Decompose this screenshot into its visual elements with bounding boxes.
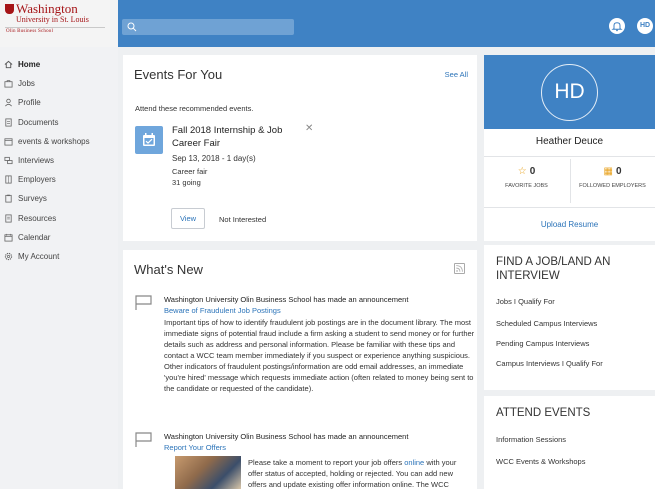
event-date: Sep 13, 2018 - 1 day(s) xyxy=(172,154,256,163)
sidebar-item-label: Surveys xyxy=(18,194,47,204)
whats-new-title: What's New xyxy=(134,262,203,277)
sidebar-item-resources[interactable]: Resources xyxy=(0,209,118,228)
sidebar-item-label: Documents xyxy=(18,117,59,127)
person-icon xyxy=(5,99,12,107)
view-event-button[interactable]: View xyxy=(171,208,205,229)
scheduled-interviews-link[interactable]: Scheduled Campus Interviews xyxy=(496,319,597,328)
briefcase-icon xyxy=(4,80,13,88)
sidebar-item-label: Interviews xyxy=(18,156,55,166)
favorite-jobs-stat[interactable]: ☆ 0 FAVORITE JOBS xyxy=(484,166,569,189)
logo-line-3: Olin Business School xyxy=(5,27,105,36)
sidebar-item-label: Home xyxy=(18,60,41,70)
school-logo[interactable]: Washington University in St. Louis Olin … xyxy=(0,0,118,47)
sidebar-item-documents[interactable]: Documents xyxy=(0,113,118,132)
events-intro: Attend these recommended events. xyxy=(135,104,254,113)
search-icon xyxy=(127,22,137,32)
whats-new-card: What's New Washington University Olin Bu… xyxy=(123,250,477,489)
wcc-events-link[interactable]: WCC Events & Workshops xyxy=(496,457,585,466)
announcement-image xyxy=(175,456,241,489)
notifications-button[interactable] xyxy=(609,18,625,34)
logo-line-2: University in St. Louis xyxy=(16,15,89,24)
sidebar-item-events[interactable]: events & workshops xyxy=(0,132,118,151)
sidebar-item-label: Resources xyxy=(18,213,57,223)
jobs-i-qualify-link[interactable]: Jobs I Qualify For xyxy=(496,297,555,306)
rss-icon[interactable] xyxy=(454,263,465,274)
sidebar-item-calendar[interactable]: Calendar xyxy=(0,228,118,247)
sidebar-item-label: events & workshops xyxy=(18,136,90,146)
sidebar-item-home[interactable]: Home xyxy=(0,55,118,74)
search-input[interactable] xyxy=(122,19,294,35)
bell-icon xyxy=(611,22,623,32)
attend-events-card: ATTEND EVENTS Information Sessions WCC E… xyxy=(484,396,655,489)
top-bar: Washington University in St. Louis Olin … xyxy=(0,0,655,47)
flag-icon xyxy=(135,432,152,447)
not-interested-button[interactable]: Not Interested xyxy=(219,215,266,224)
profile-avatar[interactable]: HD xyxy=(541,64,598,121)
find-job-card: FIND A JOB/LAND AN INTERVIEW Jobs I Qual… xyxy=(484,245,655,390)
profile-card: HD Heather Deuce ☆ 0 FAVORITE JOBS ▦ 0 FOL… xyxy=(484,55,655,241)
sidebar-item-surveys[interactable]: Surveys xyxy=(0,189,118,208)
flag-icon xyxy=(135,295,152,310)
sidebar-item-label: Employers xyxy=(18,175,56,185)
profile-name: Heather Deuce xyxy=(535,136,604,147)
event-name[interactable]: Fall 2018 Internship & Job Career Fair xyxy=(172,124,292,150)
shield-icon xyxy=(5,4,14,14)
document-icon xyxy=(5,118,12,127)
user-avatar[interactable]: HD xyxy=(637,18,653,34)
star-icon: ☆ xyxy=(517,166,527,177)
sidebar: Home Jobs Profile Documents events & wor… xyxy=(0,47,118,489)
building-icon: ▦ xyxy=(603,166,613,177)
gear-icon xyxy=(4,252,13,261)
sidebar-item-label: Profile xyxy=(18,98,41,108)
pending-interviews-link[interactable]: Pending Campus Interviews xyxy=(496,339,589,348)
sidebar-item-my-account[interactable]: My Account xyxy=(0,247,118,266)
announcement-link[interactable]: Beware of Fraudulent Job Postings xyxy=(164,306,281,315)
see-all-link[interactable]: See All xyxy=(445,70,468,79)
calendar-icon xyxy=(4,233,13,242)
favorite-jobs-label: FAVORITE JOBS xyxy=(505,183,548,189)
building-icon xyxy=(5,175,12,184)
divider xyxy=(484,156,655,157)
upload-resume-link[interactable]: Upload Resume xyxy=(484,220,655,229)
sidebar-item-label: Jobs xyxy=(18,79,35,89)
close-icon[interactable]: ✕ xyxy=(305,123,313,134)
announcement-body: Please take a moment to report your job … xyxy=(248,458,457,489)
divider xyxy=(484,207,655,208)
sidebar-item-interviews[interactable]: Interviews xyxy=(0,151,118,170)
events-card: Events For You See All Attend these reco… xyxy=(123,55,477,241)
sidebar-item-label: Calendar xyxy=(18,232,51,242)
attend-events-title: ATTEND EVENTS xyxy=(496,407,591,419)
announcement-header: Washington University Olin Business Scho… xyxy=(164,295,409,304)
campus-interviews-qualify-link[interactable]: Campus Interviews I Qualify For xyxy=(496,359,603,368)
followed-employers-stat[interactable]: ▦ 0 FOLLOWED EMPLOYERS xyxy=(570,166,655,189)
resources-icon xyxy=(5,214,12,223)
sidebar-item-profile[interactable]: Profile xyxy=(0,93,118,112)
calendar-icon xyxy=(4,138,13,146)
interviews-icon xyxy=(4,156,13,165)
announcement-header: Washington University Olin Business Scho… xyxy=(164,432,409,441)
clipboard-icon xyxy=(5,195,12,203)
profile-banner: HD xyxy=(484,55,655,129)
sidebar-item-employers[interactable]: Employers xyxy=(0,170,118,189)
event-calendar-icon xyxy=(135,126,163,154)
information-sessions-link[interactable]: Information Sessions xyxy=(496,435,566,444)
event-type: Career fair xyxy=(172,167,208,176)
announcement-body: Important tips of how to identify fraudu… xyxy=(164,318,475,393)
logo-line-1: Washington xyxy=(16,1,78,16)
announcement-link[interactable]: Report Your Offers xyxy=(164,443,226,452)
online-link[interactable]: online xyxy=(404,458,424,467)
sidebar-item-jobs[interactable]: Jobs xyxy=(0,74,118,93)
followed-employers-label: FOLLOWED EMPLOYERS xyxy=(579,183,646,189)
find-job-title: FIND A JOB/LAND AN INTERVIEW xyxy=(496,256,611,282)
events-title: Events For You xyxy=(134,67,223,82)
sidebar-item-label: My Account xyxy=(18,251,60,261)
home-icon xyxy=(4,60,13,69)
event-going-count: 31 going xyxy=(172,178,201,187)
